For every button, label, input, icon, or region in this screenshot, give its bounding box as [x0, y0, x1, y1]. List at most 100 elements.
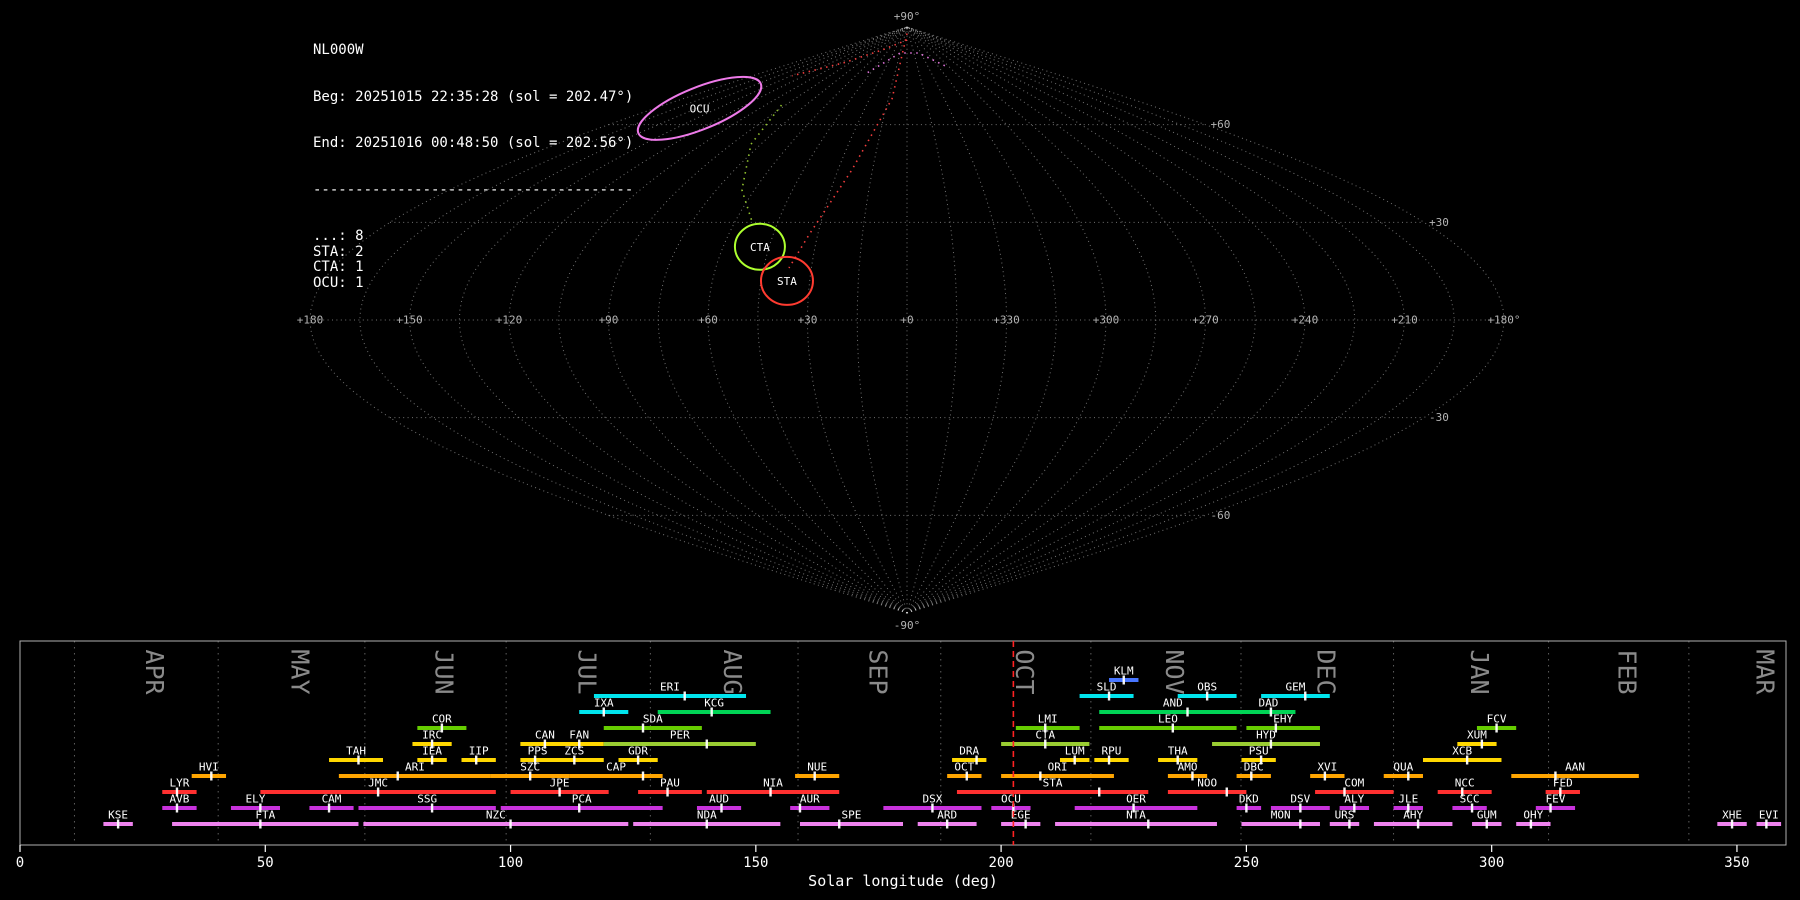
shower-label-ohy: OHY [1523, 809, 1543, 822]
shower-label-sld: SLD [1097, 681, 1117, 694]
shower-label-jle: JLE [1398, 793, 1418, 806]
shower-label-obs: OBS [1197, 681, 1217, 694]
shower-peak-ari [396, 771, 399, 781]
shower-bar-nue [795, 774, 840, 778]
shower-peak-spe [838, 819, 841, 829]
timeline-frame [19, 640, 1787, 846]
shower-label-sda: SDA [643, 713, 663, 726]
x-tick-label: 50 [257, 855, 274, 871]
shower-label-pca: PCA [572, 793, 592, 806]
shower-peak-per [705, 739, 708, 749]
month-label-nov: NOV [1160, 649, 1189, 694]
shower-label-xum: XUM [1467, 729, 1487, 742]
shower-bar-ege [1001, 822, 1041, 826]
lon-label: +0 [900, 314, 913, 327]
shower-label-nta: NTA [1126, 809, 1146, 822]
x-axis-title: Solar longitude (deg) [808, 872, 998, 890]
month-label-jul: JUL [572, 649, 601, 694]
grid-meridian [806, 26, 908, 614]
shower-label-ari: ARI [405, 761, 425, 774]
shower-label-cor: COR [432, 713, 452, 726]
shower-label-dbc: DBC [1244, 761, 1264, 774]
shower-label-dsv: DSV [1290, 793, 1310, 806]
grid-meridian [757, 26, 908, 614]
shower-label-xhe: XHE [1722, 809, 1742, 822]
lat-label: +60 [1211, 118, 1231, 131]
header-separator: -------------------------------------- [313, 181, 634, 198]
shower-label-aan: AAN [1565, 761, 1585, 774]
shower-label-fan: FAN [569, 729, 589, 742]
shower-label-klm: KLM [1114, 665, 1134, 678]
x-tick-label: 250 [1234, 855, 1259, 871]
shower-bar-pca [500, 806, 663, 810]
shower-label-oct: OCT [954, 761, 974, 774]
lon-label: +180° [1487, 314, 1520, 327]
shower-label-fev: FEV [1546, 793, 1566, 806]
shower-label-gum: GUM [1477, 809, 1497, 822]
shower-peak-mon [1299, 819, 1302, 829]
shower-bar-leo [1099, 726, 1237, 730]
shower-label-szc: SZC [520, 761, 540, 774]
shower-bar-cam [309, 806, 354, 810]
month-label-jan: JAN [1465, 649, 1494, 694]
shower-label-ncc: NCC [1455, 777, 1475, 790]
shower-label-lmi: LMI [1038, 713, 1058, 726]
shower-bar-ohy [1516, 822, 1551, 826]
shower-bar-ahy [1373, 822, 1453, 826]
shower-label-sta: STA [1043, 777, 1063, 790]
shower-bar-dbc [1236, 774, 1271, 778]
x-tick-label: 350 [1724, 855, 1749, 871]
shower-label-dad: DAD [1259, 697, 1279, 710]
shower-peak-ori [1039, 771, 1042, 781]
lon-label: +210 [1391, 314, 1418, 327]
shower-peak-nta [1147, 819, 1150, 829]
shower-bar-kcg [657, 710, 771, 714]
lon-label: +270 [1192, 314, 1219, 327]
shower-peak-noo [1225, 787, 1228, 797]
shower-label-avb: AVB [169, 793, 189, 806]
shower-label-leo: LEO [1158, 713, 1178, 726]
shower-bar-urs [1329, 822, 1360, 826]
x-tick-label: 300 [1479, 855, 1504, 871]
shower-label-mon: MON [1271, 809, 1291, 822]
shower-label-aud: AUD [709, 793, 729, 806]
shower-label-aly: ALY [1344, 793, 1364, 806]
radiant-trail [741, 104, 783, 226]
lat-label: -30 [1429, 411, 1449, 424]
month-label-sep: SEP [864, 649, 893, 694]
shower-bar-nta [1055, 822, 1217, 826]
shower-bar-ssg [358, 806, 496, 810]
grid-meridian [906, 26, 958, 614]
shower-label-lyr: LYR [169, 777, 189, 790]
lon-label: +300 [1093, 314, 1120, 327]
shower-label-nda: NDA [697, 809, 717, 822]
x-tick-label: 0 [16, 855, 24, 871]
grid-meridian [906, 26, 1057, 614]
shower-label-fcv: FCV [1487, 713, 1507, 726]
radiant-label-cta: CTA [750, 241, 770, 254]
shower-label-fed: FED [1553, 777, 1573, 790]
shower-label-cap: CAP [606, 761, 626, 774]
shower-label-evi: EVI [1759, 809, 1779, 822]
x-tick-label: 100 [498, 855, 523, 871]
shower-bar-ari [338, 774, 491, 778]
shower-label-dra: DRA [959, 745, 979, 758]
lon-label: +30 [798, 314, 818, 327]
radiant-label-ocu: OCU [690, 102, 710, 115]
shower-bar-evi [1756, 822, 1782, 826]
shower-bar-iip [461, 758, 496, 762]
lon-label: +240 [1292, 314, 1319, 327]
shower-label-nia: NIA [763, 777, 783, 790]
month-label-may: MAY [285, 649, 314, 694]
lat-label: -60 [1211, 509, 1231, 522]
shower-bar-aur [790, 806, 830, 810]
month-label-apr: APR [140, 649, 169, 695]
observation-header: NL000W Beg: 20251015 22:35:28 (sol = 202… [313, 12, 633, 322]
shower-label-dsx: DSX [922, 793, 942, 806]
shower-bar-sld [1079, 694, 1134, 698]
shower-label-iea: IEA [422, 745, 442, 758]
station-id: NL000W [313, 42, 364, 58]
shower-label-jmc: JMC [368, 777, 388, 790]
shower-label-eri: ERI [660, 681, 680, 694]
shower-label-ard: ARD [937, 809, 957, 822]
